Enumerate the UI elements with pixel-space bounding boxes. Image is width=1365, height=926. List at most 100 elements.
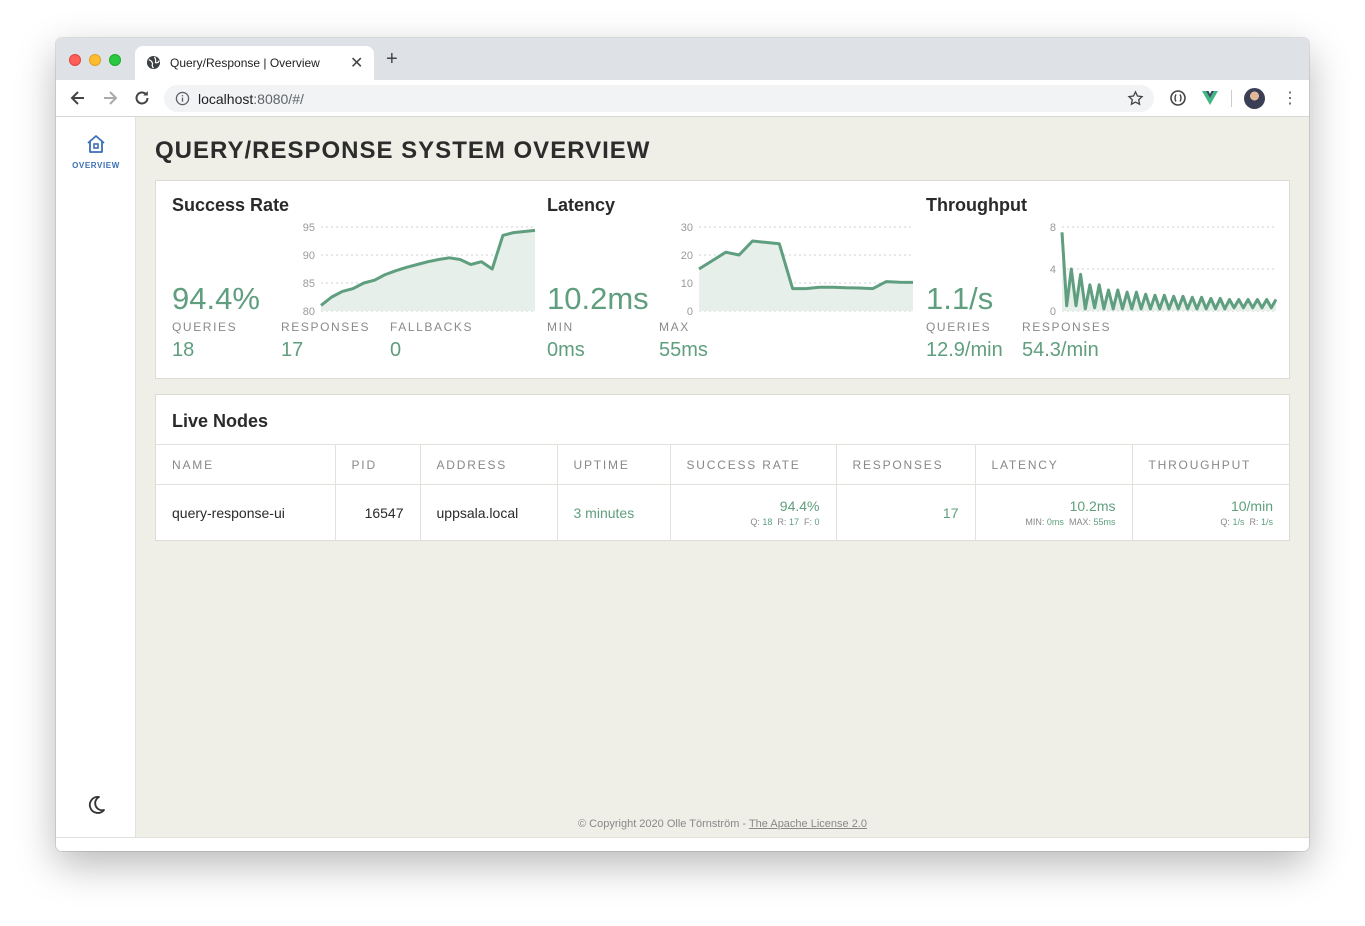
tab-title: Query/Response | Overview: [170, 56, 320, 70]
y-tick-label: 80: [303, 306, 315, 318]
min-label: MIN: [547, 320, 574, 334]
sparkline-series-line: [1060, 232, 1277, 311]
throughput-queries-label: QUERIES: [926, 320, 992, 334]
close-tab-icon[interactable]: ✕: [350, 53, 363, 73]
tab-strip: Query/Response | Overview ✕ +: [56, 38, 1309, 80]
app-area: OVERVIEW QUERY/RESPONSE SYSTEM OVERVIEW …: [56, 117, 1309, 851]
latency-sparkline: 30 20 10 0: [681, 222, 914, 318]
profile-avatar[interactable]: [1244, 88, 1265, 109]
y-tick-label: 20: [681, 250, 693, 262]
fallbacks-label: FALLBACKS: [390, 320, 474, 334]
queries-value: 18: [172, 339, 195, 361]
page-title: QUERY/RESPONSE SYSTEM OVERVIEW: [155, 137, 651, 164]
column-header-throughput[interactable]: THROUGHPUT: [1132, 444, 1289, 485]
menu-kebab-icon[interactable]: ⋮: [1282, 88, 1298, 108]
dark-mode-toggle-icon[interactable]: [85, 794, 107, 816]
extension-icon[interactable]: [1168, 88, 1188, 108]
main-content: QUERY/RESPONSE SYSTEM OVERVIEW Success R…: [136, 117, 1309, 837]
node-latency-detail: MIN: 0ms MAX: 55ms: [1025, 517, 1116, 528]
node-throughput: 10/min: [1230, 498, 1273, 515]
success-rate-value: 94.4%: [172, 281, 260, 316]
node-latency-cell: 10.2ms MIN: 0ms MAX: 55ms: [975, 484, 1133, 541]
close-window-button[interactable]: [69, 54, 81, 66]
success-rate-sparkline: 95 90 85 80: [303, 222, 536, 318]
throughput-responses-value: 54.3/min: [1022, 339, 1099, 361]
y-tick-label: 0: [1050, 306, 1056, 318]
bookmark-star-icon[interactable]: [1127, 90, 1144, 107]
node-uptime: 3 minutes: [557, 484, 671, 541]
responses-value: 17: [281, 339, 304, 361]
new-tab-icon[interactable]: +: [386, 48, 398, 71]
license-link[interactable]: The Apache License 2.0: [749, 818, 867, 830]
node-success-rate-detail: Q: 18 R: 17 F: 0: [750, 517, 820, 528]
column-header-success-rate[interactable]: SUCCESS RATE: [670, 444, 837, 485]
footer: © Copyright 2020 Olle Törnström - The Ap…: [136, 818, 1309, 830]
column-header-responses[interactable]: RESPONSES: [836, 444, 976, 485]
column-header-name[interactable]: NAME: [156, 444, 336, 485]
globe-icon: [146, 55, 161, 70]
responses-label: RESPONSES: [281, 320, 371, 334]
column-header-uptime[interactable]: UPTIME: [557, 444, 671, 485]
node-success-rate-cell: 94.4% Q: 18 R: 17 F: 0: [670, 484, 837, 541]
sparkline-area: [699, 241, 913, 311]
y-tick-label: 4: [1050, 264, 1056, 276]
throughput-value: 1.1/s: [926, 281, 994, 316]
footer-copyright: © Copyright 2020 Olle Törnström -: [578, 818, 747, 830]
live-nodes-table: NAME PID ADDRESS UPTIME SUCCESS RATE RES…: [156, 444, 1289, 541]
address-toolbar: localhost:8080/#/ ⋮: [56, 80, 1309, 117]
node-latency: 10.2ms: [1069, 498, 1116, 515]
browser-tab[interactable]: Query/Response | Overview ✕: [135, 46, 374, 80]
minimize-window-button[interactable]: [89, 54, 101, 66]
column-header-pid[interactable]: PID: [335, 444, 421, 485]
column-header-latency[interactable]: LATENCY: [975, 444, 1133, 485]
nav-item-overview[interactable]: OVERVIEW: [56, 133, 136, 170]
queries-label: QUERIES: [172, 320, 238, 334]
throughput-queries-value: 12.9/min: [926, 339, 1003, 361]
vue-devtools-icon[interactable]: [1200, 88, 1220, 108]
y-tick-label: 8: [1050, 222, 1056, 234]
table-row[interactable]: query-response-ui 16547 uppsala.local 3 …: [156, 484, 1289, 541]
y-tick-label: 10: [681, 278, 693, 290]
fallbacks-value: 0: [390, 339, 402, 361]
y-tick-label: 90: [303, 250, 315, 262]
min-value: 0ms: [547, 339, 585, 361]
throughput-sparkline: 8 4 0: [1050, 222, 1277, 318]
max-value: 55ms: [659, 339, 708, 361]
node-pid: 16547: [335, 484, 421, 541]
latency-title: Latency: [547, 195, 616, 215]
throughput-responses-label: RESPONSES: [1022, 320, 1112, 334]
stats-card: Success Rate 95 90 85 80 94.4% QUERIES 18 R…: [155, 180, 1290, 379]
sidebar: OVERVIEW: [56, 117, 136, 837]
browser-window: Query/Response | Overview ✕ + localhost:…: [56, 38, 1309, 851]
address-bar[interactable]: localhost:8080/#/: [164, 85, 1154, 112]
maximize-window-button[interactable]: [109, 54, 121, 66]
reload-icon[interactable]: [132, 88, 152, 108]
nav-item-overview-label: OVERVIEW: [72, 161, 120, 170]
node-throughput-detail: Q: 1/s R: 1/s: [1220, 517, 1273, 528]
latency-value: 10.2ms: [547, 281, 649, 316]
table-header-row: NAME PID ADDRESS UPTIME SUCCESS RATE RES…: [156, 444, 1289, 485]
y-tick-label: 95: [303, 222, 315, 234]
column-header-address[interactable]: ADDRESS: [420, 444, 558, 485]
live-nodes-title: Live Nodes: [172, 411, 269, 431]
forward-icon[interactable]: [100, 88, 120, 108]
info-icon[interactable]: [175, 91, 190, 106]
success-rate-title: Success Rate: [172, 195, 290, 215]
toolbar-divider: [1231, 90, 1232, 107]
node-address: uppsala.local: [420, 484, 558, 541]
node-name: query-response-ui: [156, 484, 336, 541]
url-text: localhost:8080/#/: [198, 91, 304, 107]
max-label: MAX: [659, 320, 690, 334]
live-nodes-card: Live Nodes NAME PID ADDRESS UPTIME SUCCE…: [155, 394, 1290, 541]
bottom-strip: [56, 837, 1309, 851]
home-icon: [87, 135, 105, 153]
node-throughput-cell: 10/min Q: 1/s R: 1/s: [1132, 484, 1289, 541]
throughput-title: Throughput: [926, 195, 1027, 215]
y-tick-label: 85: [303, 278, 315, 290]
y-tick-label: 30: [681, 222, 693, 234]
sparkline-area: [321, 230, 535, 311]
back-icon[interactable]: [68, 88, 88, 108]
y-tick-label: 0: [687, 306, 693, 318]
node-responses: 17: [836, 484, 976, 541]
node-success-rate: 94.4%: [779, 498, 820, 515]
